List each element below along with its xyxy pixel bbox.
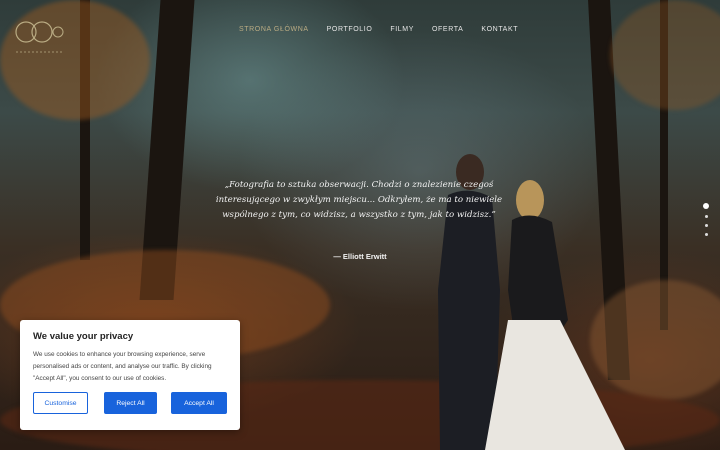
nav-item-home[interactable]: STRONA GŁÓWNA — [230, 24, 318, 35]
customise-button[interactable]: Customise — [33, 392, 88, 414]
nav-item-films[interactable]: FILMY — [381, 24, 423, 35]
cookie-title: We value your privacy — [33, 331, 134, 342]
hero-quote: „Fotografia to sztuka obserwacji. Chodzi… — [215, 180, 503, 220]
slider-dot[interactable] — [704, 215, 708, 218]
slider-dot[interactable] — [704, 224, 708, 227]
nav-item-portfolio[interactable]: PORTFOLIO — [318, 24, 382, 35]
slider-dot[interactable] — [704, 233, 708, 236]
slider-pagination — [703, 203, 709, 236]
cookie-text: We use cookies to enhance your browsing … — [33, 351, 212, 382]
slider-dot[interactable] — [703, 203, 709, 209]
site-logo[interactable] — [12, 16, 64, 60]
cookie-consent-banner: We value your privacy We use cookies to … — [20, 320, 240, 430]
foliage — [610, 0, 720, 110]
nav-item-contact[interactable]: KONTAKT — [472, 24, 527, 35]
nav-item-offer[interactable]: OFERTA — [423, 24, 472, 35]
quote-author: — Elliott Erwitt — [333, 252, 387, 261]
reject-all-button[interactable]: Reject All — [104, 392, 157, 414]
accept-all-button[interactable]: Accept All — [171, 392, 227, 414]
main-navigation: STRONA GŁÓWNA PORTFOLIO FILMY OFERTA KON… — [230, 24, 527, 35]
